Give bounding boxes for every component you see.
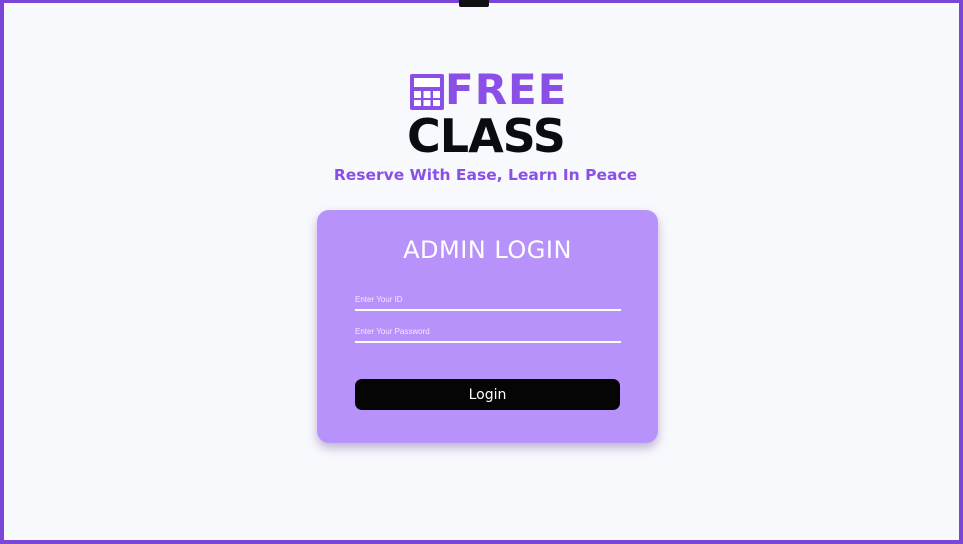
password-field (355, 321, 621, 343)
freeclass-logo: FREE CLASS (407, 65, 568, 164)
id-input[interactable] (355, 290, 621, 309)
tagline: Reserve With Ease, Learn In Peace (333, 166, 638, 184)
logo-free-text: FREE (445, 65, 568, 114)
calendar-grid-icon (410, 74, 444, 110)
window-top-notch (459, 0, 489, 7)
admin-login-card: ADMIN LOGIN Login (317, 210, 658, 443)
id-field (355, 289, 621, 311)
app-frame: FREE CLASS Reserve With Ease, Learn In P… (0, 0, 963, 544)
logo-class-text: CLASS (407, 109, 566, 163)
login-button[interactable]: Login (355, 379, 620, 410)
login-title: ADMIN LOGIN (403, 236, 572, 264)
password-input[interactable] (355, 322, 621, 341)
